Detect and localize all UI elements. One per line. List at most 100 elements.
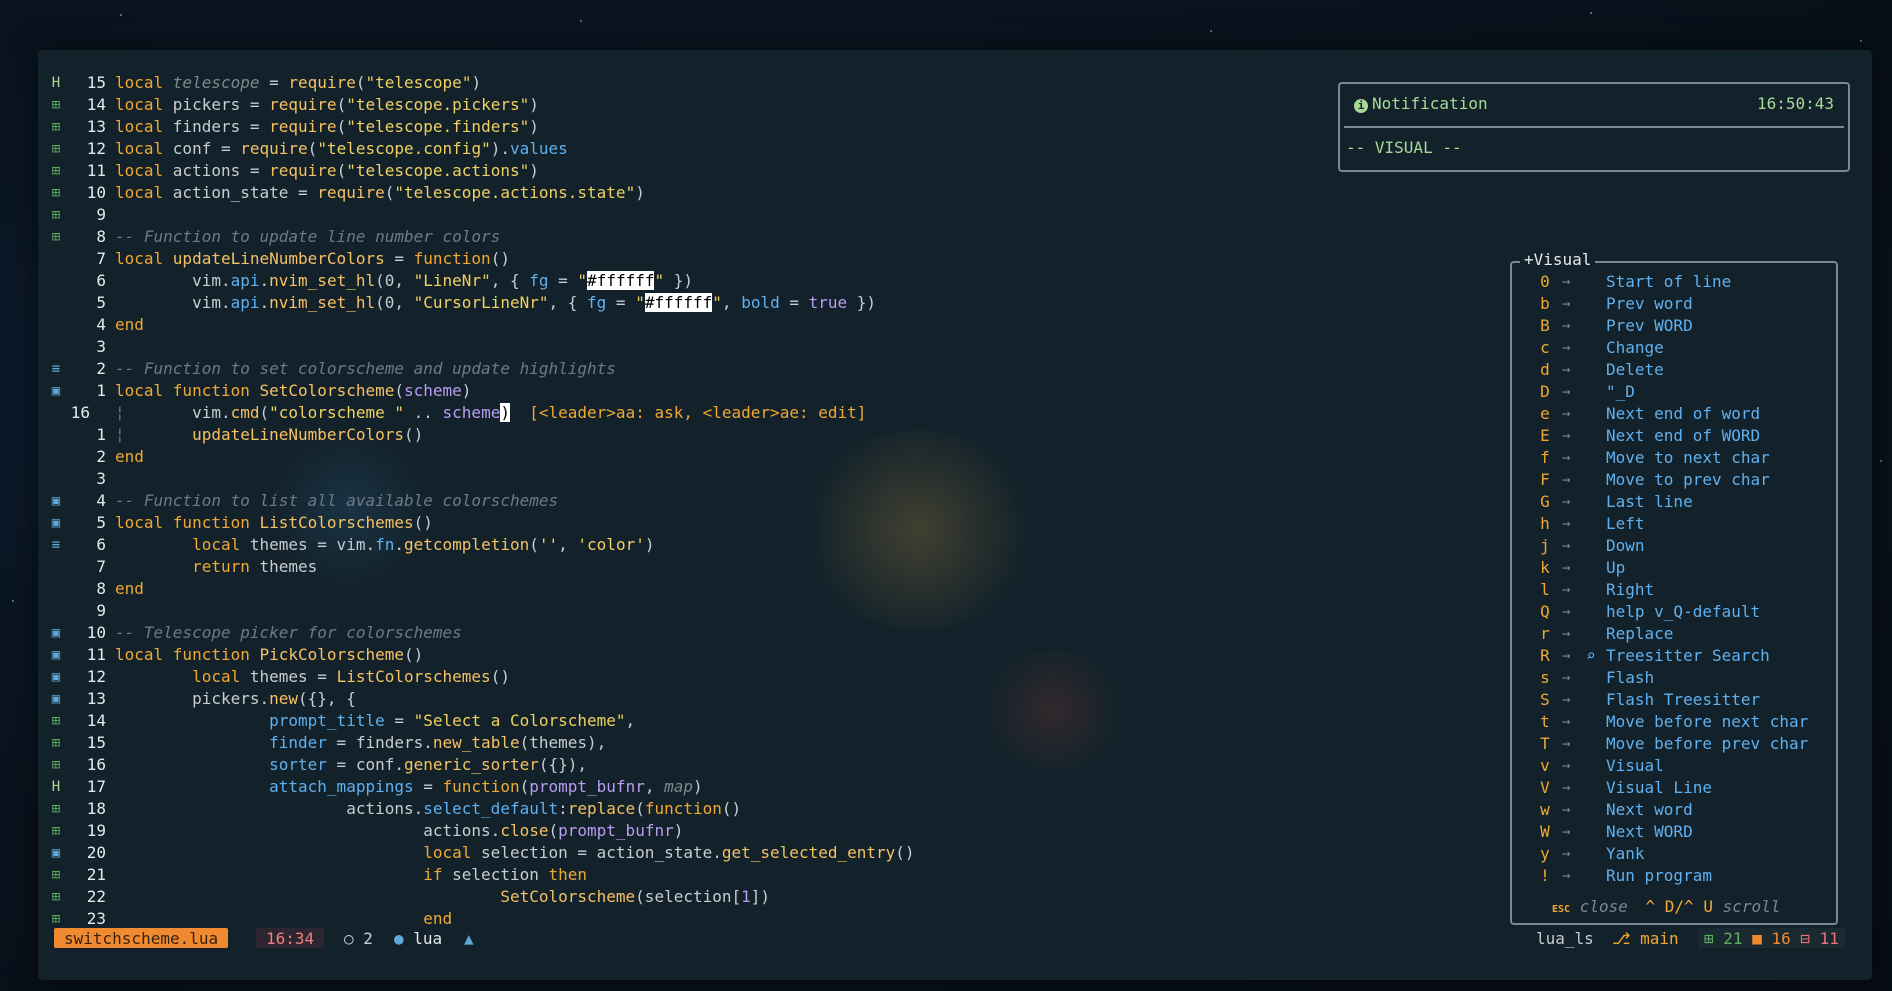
which-key-item[interactable]: v → Visual <box>1512 755 1832 777</box>
code-line[interactable]: ⊞ 15 finder = finders.new_table(themes), <box>38 732 1328 754</box>
code-token: finder <box>269 733 327 752</box>
git-changed-icon: ■ <box>1752 929 1762 948</box>
code-line[interactable]: ⊞ 14 prompt_title = "Select a Colorscheme… <box>38 710 1328 732</box>
which-key-item[interactable]: w → Next word <box>1512 799 1832 821</box>
code-token: end <box>115 315 144 334</box>
line-number: 2 <box>96 447 106 466</box>
code-token: local <box>115 117 173 136</box>
code-line[interactable]: ▣ 4 -- Function to list all available colo… <box>38 490 1328 512</box>
code-line[interactable]: ⊞ 21 if selection then <box>38 864 1328 886</box>
code-token: '' <box>538 535 559 554</box>
line-number: 11 <box>86 645 106 664</box>
info-icon: i <box>1354 99 1368 113</box>
code-line[interactable]: ⊞ 10 local action_state = require("telesco… <box>38 182 1328 204</box>
code-line[interactable]: 16 ¦ vim.cmd("colorscheme " .. scheme) [<… <box>38 402 1328 424</box>
notification-time: 16:50:43 <box>1756 94 1834 113</box>
which-key-item[interactable]: e → Next end of word <box>1512 403 1832 425</box>
code-line[interactable]: ≡ 2 -- Function to set colorscheme and upd… <box>38 358 1328 380</box>
code-line[interactable]: 2 end <box>38 446 1328 468</box>
code-line[interactable]: 7 local updateLineNumberColors = function… <box>38 248 1328 270</box>
which-key-item[interactable]: S → Flash Treesitter <box>1512 689 1832 711</box>
which-key-item[interactable]: W → Next WORD <box>1512 821 1832 843</box>
which-key-item[interactable]: l → Right <box>1512 579 1832 601</box>
code-line[interactable]: 7 return themes <box>38 556 1328 578</box>
code-line[interactable]: 1 ¦ updateLineNumberColors() <box>38 424 1328 446</box>
code-line[interactable]: ⊞ 22 SetColorscheme(selection[1]) <box>38 886 1328 908</box>
which-key-item[interactable]: d → Delete <box>1512 359 1832 381</box>
code-line[interactable]: 9 <box>38 600 1328 622</box>
which-key-item[interactable]: b → Prev word <box>1512 293 1832 315</box>
which-key-item[interactable]: F → Move to prev char <box>1512 469 1832 491</box>
code-line[interactable]: ⊞ 18 actions.select_default:replace(funct… <box>38 798 1328 820</box>
code-line[interactable]: ⊞ 11 local actions = require("telescope.ac… <box>38 160 1328 182</box>
status-diagnostics[interactable]: ○ 2 <box>344 928 373 950</box>
code-line[interactable]: 4 end <box>38 314 1328 336</box>
which-key-item[interactable]: c → Change <box>1512 337 1832 359</box>
code-line[interactable]: ▣ 11 local function PickColorscheme() <box>38 644 1328 666</box>
notification-divider <box>1344 126 1844 128</box>
which-key-item[interactable]: s → Flash <box>1512 667 1832 689</box>
which-key-key: V <box>1540 778 1550 797</box>
arrow-right-icon: → <box>1562 340 1571 356</box>
which-key-item[interactable]: D → "_D <box>1512 381 1832 403</box>
code-line[interactable]: ▣ 20 local selection = action_state.get_s… <box>38 842 1328 864</box>
code-line[interactable]: 8 end <box>38 578 1328 600</box>
which-key-item[interactable]: R → ⌕ Treesitter Search <box>1512 645 1832 667</box>
code-line[interactable]: ⊞ 12 local conf = require("telescope.confi… <box>38 138 1328 160</box>
code-line[interactable]: ▣ 1 local function SetColorscheme(scheme) <box>38 380 1328 402</box>
code-token: ( <box>635 799 645 818</box>
code-token: "telescope.actions.state" <box>394 183 636 202</box>
code-line[interactable]: ⊞ 23 end <box>38 908 1328 930</box>
which-key-item[interactable]: f → Move to next char <box>1512 447 1832 469</box>
code-line[interactable]: ▣ 13 pickers.new({}, { <box>38 688 1328 710</box>
code-token: then <box>548 865 588 884</box>
code-line[interactable]: H 15 local telescope = require("telescope"… <box>38 72 1328 94</box>
code-token: local <box>115 73 173 92</box>
which-key-item[interactable]: T → Move before prev char <box>1512 733 1832 755</box>
git-sign: ⊞ <box>51 867 61 883</box>
line-text: local telescope = require("telescope") <box>115 72 481 94</box>
which-key-item[interactable]: B → Prev WORD <box>1512 315 1832 337</box>
code-line[interactable]: 5 vim.api.nvim_set_hl(0, "CursorLineNr",… <box>38 292 1328 314</box>
code-line[interactable]: ⊞ 14 local pickers = require("telescope.pi… <box>38 94 1328 116</box>
which-key-desc: Visual <box>1606 756 1664 775</box>
which-key-item[interactable]: V → Visual Line <box>1512 777 1832 799</box>
code-line[interactable]: ▣ 10 -- Telescope picker for colorschemes <box>38 622 1328 644</box>
code-token: themes = <box>249 667 337 686</box>
which-key-item[interactable]: E → Next end of WORD <box>1512 425 1832 447</box>
which-key-item[interactable]: k → Up <box>1512 557 1832 579</box>
which-key-item[interactable]: h → Left <box>1512 513 1832 535</box>
code-line[interactable]: H 17 attach_mappings = function(prompt_bu… <box>38 776 1328 798</box>
which-key-item[interactable]: t → Move before next char <box>1512 711 1832 733</box>
code-token: local <box>115 139 173 158</box>
which-key-desc: Move to prev char <box>1606 470 1770 489</box>
code-line[interactable]: ⊞ 16 sorter = conf.generic_sorter({}), <box>38 754 1328 776</box>
which-key-item[interactable]: ! → Run program <box>1512 865 1832 887</box>
close-label: close <box>1579 897 1628 916</box>
code-line[interactable]: ▣ 5 local function ListColorschemes() <box>38 512 1328 534</box>
code-line[interactable]: ⊞ 9 <box>38 204 1328 226</box>
status-filename[interactable]: switchscheme.lua <box>54 928 229 948</box>
which-key-desc: "_D <box>1606 382 1635 401</box>
code-line[interactable]: ⊞ 8 -- Function to update line number colo… <box>38 226 1328 248</box>
code-buffer[interactable]: H 15 local telescope = require("telescope"… <box>38 72 1328 930</box>
code-line[interactable]: 3 <box>38 468 1328 490</box>
which-key-item[interactable]: Q → help v_Q-default <box>1512 601 1832 623</box>
code-line[interactable]: ≡ 6 local themes = vim.fn.getcompletion('… <box>38 534 1328 556</box>
code-line[interactable]: 6 vim.api.nvim_set_hl(0, "LineNr", { fg … <box>38 270 1328 292</box>
which-key-key: s <box>1540 668 1550 687</box>
which-key-item[interactable]: r → Replace <box>1512 623 1832 645</box>
code-line[interactable]: 3 <box>38 336 1328 358</box>
which-key-item[interactable]: y → Yank <box>1512 843 1832 865</box>
code-line[interactable]: ⊞ 19 actions.close(prompt_bufnr) <box>38 820 1328 842</box>
which-key-item[interactable]: G → Last line <box>1512 491 1832 513</box>
code-line[interactable]: ⊞ 13 local finders = require("telescope.fi… <box>38 116 1328 138</box>
line-number: 1 <box>96 381 106 400</box>
status-branch[interactable]: ⎇ main <box>1612 928 1679 950</box>
which-key-item[interactable]: 0 → Start of line <box>1512 271 1832 293</box>
status-git-diff: ⊞ 21 ■ 16 ⊟ 11 <box>1698 928 1845 948</box>
which-key-item[interactable]: j → Down <box>1512 535 1832 557</box>
code-line[interactable]: ▣ 12 local themes = ListColorschemes() <box>38 666 1328 688</box>
